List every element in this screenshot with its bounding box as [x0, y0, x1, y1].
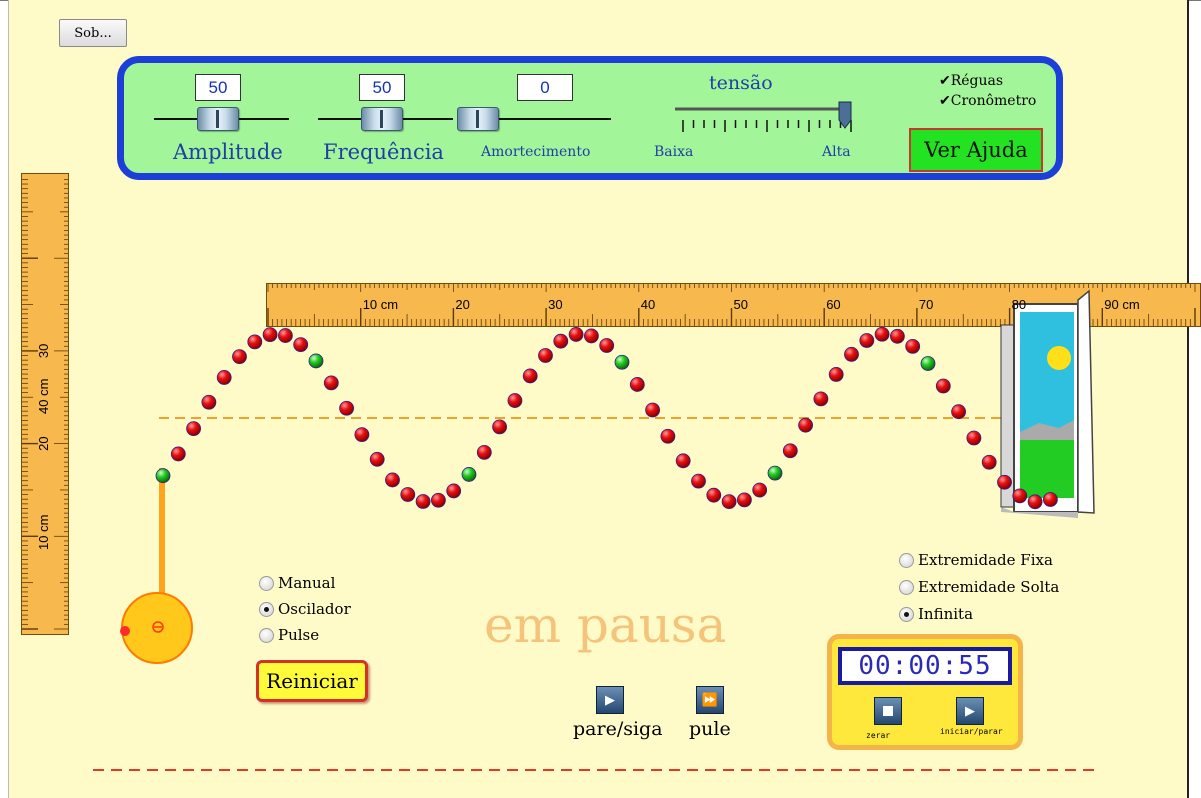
string-bead	[599, 338, 615, 353]
string-bead	[216, 370, 232, 385]
string-bead	[935, 378, 951, 394]
string-bead	[446, 483, 462, 499]
horizontal-ruler-label: 20	[455, 297, 470, 312]
string-bead	[905, 338, 921, 354]
stop-icon	[883, 706, 893, 716]
string-bead	[400, 487, 416, 502]
paused-status-text: em pausa	[484, 596, 727, 654]
reset-button[interactable]: Reiniciar	[256, 660, 368, 702]
horizontal-ruler-label: 80	[1011, 297, 1027, 312]
string-bead	[476, 444, 492, 460]
string-bead	[645, 402, 660, 418]
string-bead	[584, 328, 599, 344]
step-button[interactable]: ⏩	[696, 686, 724, 714]
string-bead	[890, 328, 905, 344]
string-bead	[232, 349, 247, 365]
string-bead	[752, 482, 768, 498]
string-bead	[538, 348, 553, 363]
pause-play-button[interactable]: ▶	[596, 686, 624, 714]
string-bead	[262, 327, 278, 343]
string-bead	[1027, 494, 1043, 510]
string-bead	[691, 473, 706, 489]
horizontal-ruler-label: 50	[733, 297, 748, 312]
simulation-canvas: Sob... 50 Amplitude 50 Frequência 0 Amor…	[8, 0, 1201, 798]
stopwatch-start-stop-label: iniciar/parar	[940, 727, 1003, 736]
oscillator-handle	[120, 626, 130, 636]
radio-loose-end[interactable]: Extremidade Solta	[899, 578, 1059, 596]
stopwatch: 00:00:55 zerar ▶ iniciar/parar	[827, 634, 1023, 750]
string-bead	[170, 446, 186, 462]
string-bead	[1012, 488, 1028, 504]
string-bead	[201, 394, 217, 410]
marker-bead	[614, 354, 630, 370]
radio-manual[interactable]: Manual	[259, 574, 335, 592]
radio-fixed-end[interactable]: Extremidade Fixa	[899, 551, 1053, 569]
string-bead	[293, 337, 309, 353]
string-bead	[323, 375, 339, 391]
stopwatch-start-stop-button[interactable]: ▶	[956, 697, 984, 725]
string-bead	[782, 443, 798, 459]
string-bead	[859, 333, 875, 348]
stopwatch-reset-label: zerar	[866, 731, 891, 740]
radio-pulse[interactable]: Pulse	[259, 626, 319, 644]
step-label: pule	[689, 718, 731, 740]
string-bead	[706, 487, 722, 503]
string-bead	[1043, 492, 1058, 507]
string-bead	[568, 327, 584, 342]
string-bead	[828, 367, 844, 382]
horizontal-ruler-label: 60	[826, 297, 841, 312]
string-bead	[369, 451, 385, 467]
marker-bead	[920, 356, 936, 371]
marker-bead	[308, 353, 324, 369]
horizontal-ruler-label: 30	[548, 297, 563, 312]
string-bead	[507, 393, 523, 408]
string-bead	[844, 346, 859, 362]
string-bead	[492, 419, 508, 435]
string-bead	[186, 421, 202, 437]
stopwatch-display: 00:00:55	[838, 647, 1012, 685]
play-icon: ▶	[965, 703, 975, 719]
horizontal-ruler-label: 10 cm	[362, 297, 399, 312]
string-bead	[430, 492, 446, 508]
string-bead	[522, 368, 538, 384]
pause-play-label: pare/siga	[573, 718, 663, 740]
string-bead	[553, 333, 569, 349]
marker-bead	[767, 465, 783, 481]
oscillator-wheel[interactable]	[121, 592, 193, 664]
marker-bead	[155, 468, 171, 484]
open-window-end	[1000, 289, 1095, 518]
string-bead	[629, 377, 645, 392]
fast-forward-icon: ⏩	[701, 692, 719, 708]
radio-infinite-end[interactable]: Infinita	[899, 605, 973, 623]
string-bead	[660, 428, 676, 444]
string-bead	[385, 472, 400, 488]
string-bead	[966, 430, 982, 446]
string-bead	[247, 334, 263, 350]
string-bead	[354, 427, 370, 442]
stopwatch-reset-button[interactable]	[874, 697, 902, 725]
string-bead	[721, 494, 737, 510]
string-bead	[675, 453, 691, 469]
string-bead	[798, 417, 813, 433]
string-bead	[981, 454, 997, 470]
string-bead	[277, 328, 293, 343]
string-bead	[997, 474, 1012, 490]
radio-oscillator[interactable]: Oscilador	[259, 600, 351, 618]
string-bead	[415, 494, 431, 509]
horizontal-ruler-label: 70	[918, 297, 934, 312]
string-bead	[737, 492, 752, 508]
string-bead	[874, 326, 890, 342]
horizontal-ruler-label: 40	[640, 297, 656, 312]
string-bead	[339, 400, 355, 416]
marker-bead	[461, 467, 477, 482]
play-icon: ▶	[605, 692, 615, 708]
string-bead	[951, 404, 966, 420]
horizontal-ruler-label: 90 cm	[1104, 297, 1140, 312]
string-bead	[813, 391, 829, 407]
